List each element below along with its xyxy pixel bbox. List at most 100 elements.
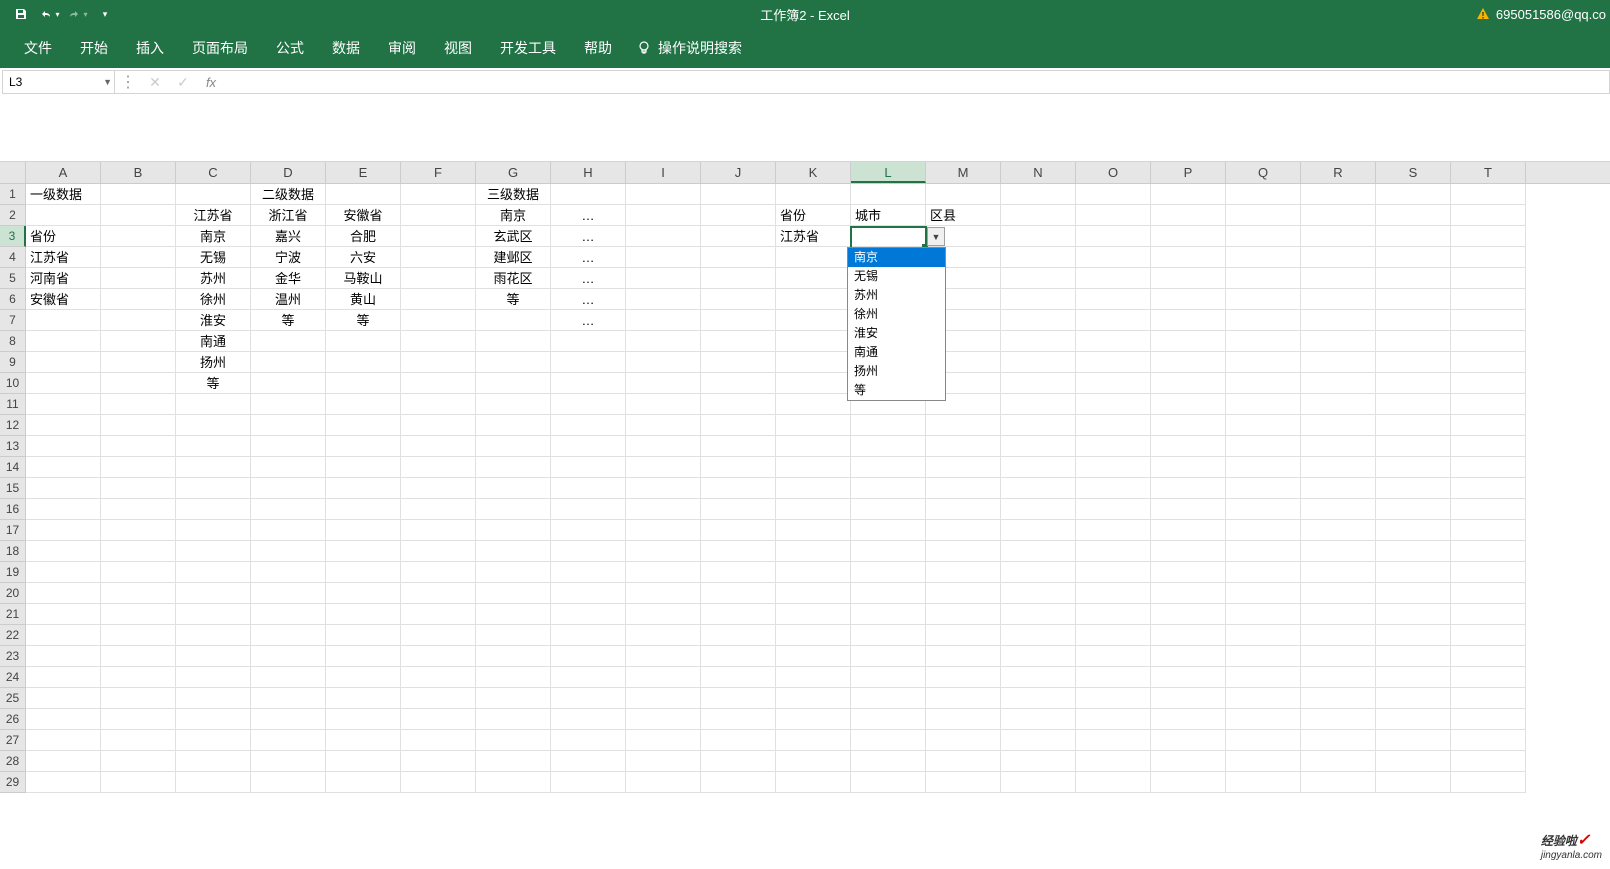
cell-E3[interactable]: 合肥 bbox=[326, 226, 401, 247]
row-header-25[interactable]: 25 bbox=[0, 688, 26, 709]
cell-F13[interactable] bbox=[401, 436, 476, 457]
cell-C8[interactable]: 南通 bbox=[176, 331, 251, 352]
tab-home[interactable]: 开始 bbox=[66, 28, 122, 68]
cell-T27[interactable] bbox=[1451, 730, 1526, 751]
row-header-18[interactable]: 18 bbox=[0, 541, 26, 562]
cell-R3[interactable] bbox=[1301, 226, 1376, 247]
cell-K7[interactable] bbox=[776, 310, 851, 331]
cell-I16[interactable] bbox=[626, 499, 701, 520]
cell-S17[interactable] bbox=[1376, 520, 1451, 541]
cell-N21[interactable] bbox=[1001, 604, 1076, 625]
cell-D14[interactable] bbox=[251, 457, 326, 478]
cell-P2[interactable] bbox=[1151, 205, 1226, 226]
cell-F15[interactable] bbox=[401, 478, 476, 499]
cell-F9[interactable] bbox=[401, 352, 476, 373]
cell-M22[interactable] bbox=[926, 625, 1001, 646]
cell-J11[interactable] bbox=[701, 394, 776, 415]
cell-S3[interactable] bbox=[1376, 226, 1451, 247]
cell-Q26[interactable] bbox=[1226, 709, 1301, 730]
dropdown-option[interactable]: 南通 bbox=[848, 343, 945, 362]
cell-D7[interactable]: 等 bbox=[251, 310, 326, 331]
cell-Q18[interactable] bbox=[1226, 541, 1301, 562]
cell-M1[interactable] bbox=[926, 184, 1001, 205]
cell-K2[interactable]: 省份 bbox=[776, 205, 851, 226]
cell-A26[interactable] bbox=[26, 709, 101, 730]
cell-G2[interactable]: 南京 bbox=[476, 205, 551, 226]
cell-F14[interactable] bbox=[401, 457, 476, 478]
cell-A5[interactable]: 河南省 bbox=[26, 268, 101, 289]
cell-E24[interactable] bbox=[326, 667, 401, 688]
cell-G24[interactable] bbox=[476, 667, 551, 688]
tab-developer[interactable]: 开发工具 bbox=[486, 28, 570, 68]
cell-F7[interactable] bbox=[401, 310, 476, 331]
cell-R5[interactable] bbox=[1301, 268, 1376, 289]
row-header-10[interactable]: 10 bbox=[0, 373, 26, 394]
cell-A2[interactable] bbox=[26, 205, 101, 226]
cell-A24[interactable] bbox=[26, 667, 101, 688]
cell-S18[interactable] bbox=[1376, 541, 1451, 562]
cell-G16[interactable] bbox=[476, 499, 551, 520]
cell-J5[interactable] bbox=[701, 268, 776, 289]
cell-T4[interactable] bbox=[1451, 247, 1526, 268]
cell-A18[interactable] bbox=[26, 541, 101, 562]
cell-K26[interactable] bbox=[776, 709, 851, 730]
cell-R26[interactable] bbox=[1301, 709, 1376, 730]
cell-T15[interactable] bbox=[1451, 478, 1526, 499]
row-header-24[interactable]: 24 bbox=[0, 667, 26, 688]
dropdown-option[interactable]: 淮安 bbox=[848, 324, 945, 343]
cell-F10[interactable] bbox=[401, 373, 476, 394]
cell-F24[interactable] bbox=[401, 667, 476, 688]
cell-P10[interactable] bbox=[1151, 373, 1226, 394]
cell-Q5[interactable] bbox=[1226, 268, 1301, 289]
row-header-29[interactable]: 29 bbox=[0, 772, 26, 793]
row-header-26[interactable]: 26 bbox=[0, 709, 26, 730]
cell-S12[interactable] bbox=[1376, 415, 1451, 436]
cell-S16[interactable] bbox=[1376, 499, 1451, 520]
cell-B19[interactable] bbox=[101, 562, 176, 583]
row-header-28[interactable]: 28 bbox=[0, 751, 26, 772]
cell-C17[interactable] bbox=[176, 520, 251, 541]
cell-F4[interactable] bbox=[401, 247, 476, 268]
cell-T2[interactable] bbox=[1451, 205, 1526, 226]
cell-T10[interactable] bbox=[1451, 373, 1526, 394]
cell-I21[interactable] bbox=[626, 604, 701, 625]
cell-I9[interactable] bbox=[626, 352, 701, 373]
cell-I14[interactable] bbox=[626, 457, 701, 478]
cell-S21[interactable] bbox=[1376, 604, 1451, 625]
cell-L17[interactable] bbox=[851, 520, 926, 541]
cell-F28[interactable] bbox=[401, 751, 476, 772]
cell-S5[interactable] bbox=[1376, 268, 1451, 289]
cell-A21[interactable] bbox=[26, 604, 101, 625]
cell-N13[interactable] bbox=[1001, 436, 1076, 457]
dropdown-option[interactable]: 等 bbox=[848, 381, 945, 400]
column-header-P[interactable]: P bbox=[1151, 162, 1226, 183]
cell-K5[interactable] bbox=[776, 268, 851, 289]
cell-S27[interactable] bbox=[1376, 730, 1451, 751]
cell-R28[interactable] bbox=[1301, 751, 1376, 772]
column-header-R[interactable]: R bbox=[1301, 162, 1376, 183]
cell-C7[interactable]: 淮安 bbox=[176, 310, 251, 331]
cell-K22[interactable] bbox=[776, 625, 851, 646]
cell-R10[interactable] bbox=[1301, 373, 1376, 394]
cell-C6[interactable]: 徐州 bbox=[176, 289, 251, 310]
cell-E6[interactable]: 黄山 bbox=[326, 289, 401, 310]
cell-A15[interactable] bbox=[26, 478, 101, 499]
cell-J20[interactable] bbox=[701, 583, 776, 604]
cell-E5[interactable]: 马鞍山 bbox=[326, 268, 401, 289]
cells-area[interactable]: 一级数据二级数据三级数据江苏省浙江省安徽省南京…省份城市区县省份南京嘉兴合肥玄武… bbox=[26, 184, 1526, 793]
formula-input[interactable] bbox=[225, 70, 1610, 94]
name-box-dropdown-icon[interactable]: ▼ bbox=[103, 77, 112, 87]
cell-L24[interactable] bbox=[851, 667, 926, 688]
cell-B2[interactable] bbox=[101, 205, 176, 226]
cell-B24[interactable] bbox=[101, 667, 176, 688]
cell-O6[interactable] bbox=[1076, 289, 1151, 310]
row-header-6[interactable]: 6 bbox=[0, 289, 26, 310]
cell-O10[interactable] bbox=[1076, 373, 1151, 394]
cell-N5[interactable] bbox=[1001, 268, 1076, 289]
cell-J28[interactable] bbox=[701, 751, 776, 772]
cell-M20[interactable] bbox=[926, 583, 1001, 604]
column-header-M[interactable]: M bbox=[926, 162, 1001, 183]
cell-A7[interactable] bbox=[26, 310, 101, 331]
select-all-corner[interactable] bbox=[0, 162, 26, 183]
cell-N7[interactable] bbox=[1001, 310, 1076, 331]
